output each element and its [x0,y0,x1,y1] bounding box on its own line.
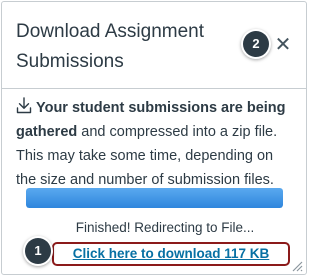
callout-badge-2: 2 [243,31,269,57]
download-icon [16,97,32,114]
resize-handle-icon[interactable] [291,260,303,272]
gathering-message: Your student submissions are being gathe… [16,96,286,192]
dialog-title: Download Assignment Submissions [16,21,204,72]
download-link[interactable]: Click here to download 117 KB [52,242,290,266]
callout-badge-1: 1 [25,238,51,264]
progress-bar [26,188,283,208]
close-icon[interactable]: ✕ [272,33,294,57]
status-text: Finished! Redirecting to File... [75,220,255,235]
progress-bar-fill [26,188,283,208]
